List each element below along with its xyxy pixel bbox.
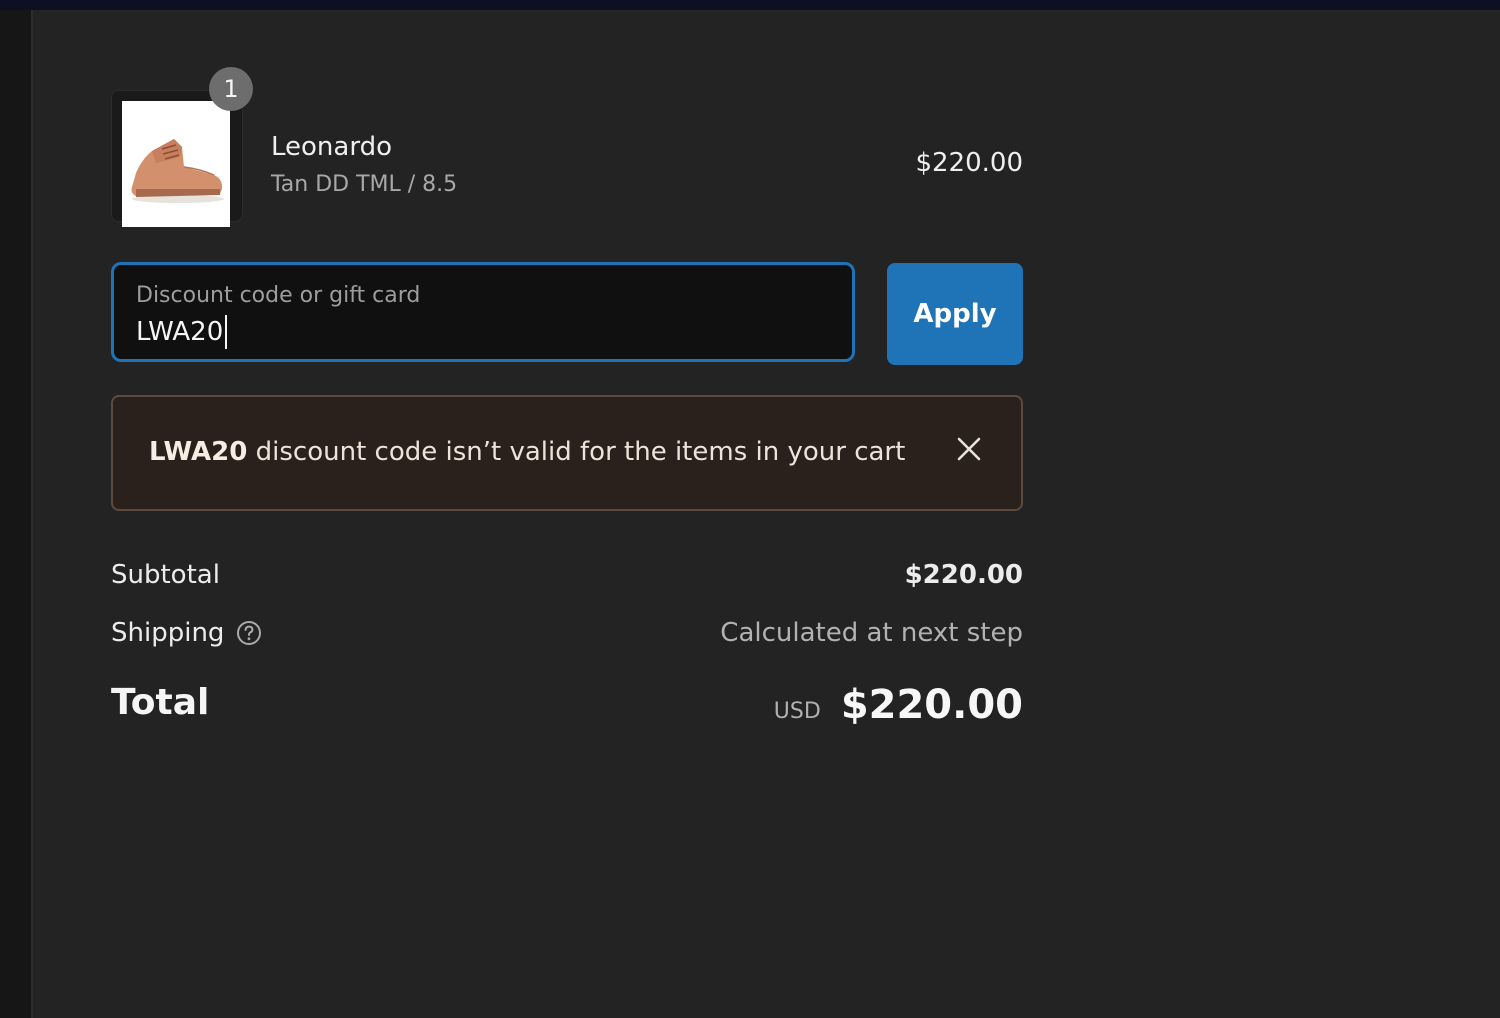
discount-error-banner: LWA20 discount code isn’t valid for the … (111, 395, 1023, 511)
shipping-label: Shipping (111, 618, 225, 648)
shipping-label-group: Shipping (111, 618, 262, 648)
error-message: LWA20 discount code isn’t valid for the … (149, 437, 905, 467)
error-discount-code: LWA20 (149, 437, 248, 467)
subtotal-label: Subtotal (111, 560, 220, 590)
total-label: Total (111, 682, 210, 723)
apply-button[interactable]: Apply (887, 263, 1023, 365)
error-message-text: discount code isn’t valid for the items … (255, 437, 906, 467)
shipping-value: Calculated at next step (720, 618, 1023, 648)
discount-code-text: LWA20 (136, 317, 224, 347)
product-price: $220.00 (915, 148, 1023, 178)
top-bar (0, 0, 1500, 10)
boot-image (122, 101, 230, 227)
left-panel-edge (0, 10, 33, 1018)
total-value: $220.00 (840, 682, 1023, 728)
product-variant: Tan DD TML / 8.5 (271, 172, 458, 197)
help-circle-icon[interactable] (236, 620, 262, 646)
discount-field-value[interactable]: LWA20 (136, 315, 228, 349)
currency-code: USD (773, 699, 821, 724)
product-name: Leonardo (271, 132, 392, 162)
product-image (122, 101, 230, 227)
text-caret (225, 315, 228, 349)
quantity-badge: 1 (209, 67, 253, 111)
discount-field-label: Discount code or gift card (136, 283, 421, 308)
total-value-group: USD $220.00 (774, 682, 1023, 728)
subtotal-value: $220.00 (904, 560, 1023, 590)
order-summary: 1 Leonardo Tan DD TML / 8.5 $220.00 Disc… (33, 10, 1500, 1018)
product-line-item: 1 Leonardo Tan DD TML / 8.5 $220.00 (111, 67, 1023, 227)
discount-code-input[interactable]: Discount code or gift card LWA20 (111, 262, 855, 362)
close-icon[interactable] (955, 435, 983, 463)
product-thumbnail: 1 (111, 67, 253, 227)
